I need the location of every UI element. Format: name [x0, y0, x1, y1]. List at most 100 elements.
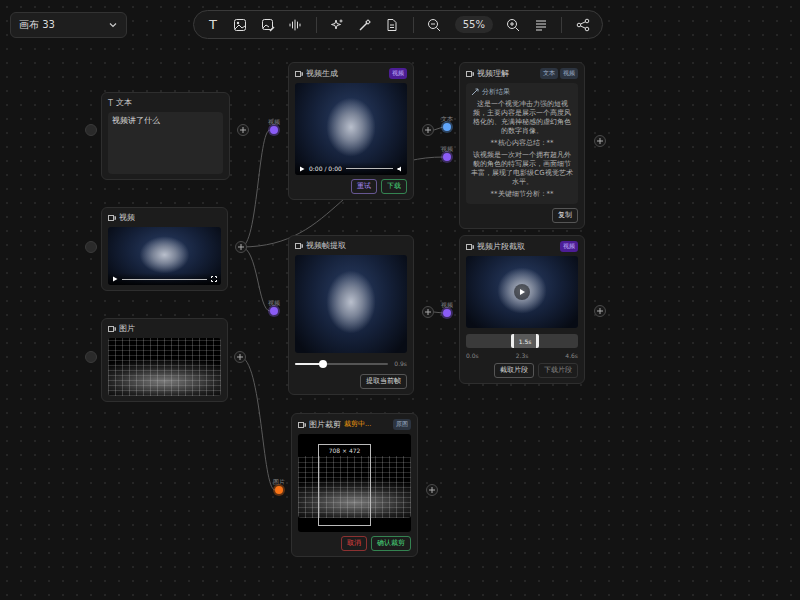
port-dot — [275, 486, 283, 494]
add-node-button[interactable] — [234, 351, 246, 363]
input-handle[interactable] — [85, 241, 97, 253]
play-icon[interactable] — [112, 276, 118, 282]
plus-icon — [428, 486, 436, 494]
node[interactable]: 视频生成视频 0:00 / 0:00 重试下载 — [288, 62, 414, 200]
plus-icon — [236, 353, 244, 361]
extract-frame-button[interactable]: 提取当前帧 — [360, 374, 407, 389]
node-header: 视频生成视频 — [295, 68, 407, 79]
toolbar-divider — [316, 17, 317, 33]
canvas[interactable]: 画布 33T55%视频视频图片文本视频视频T文本视频讲了什么视频图片视频生成视频… — [0, 0, 800, 600]
range-duration: 1.5s — [519, 338, 532, 345]
add-node-button[interactable] — [422, 306, 434, 318]
zoom-level: 55% — [455, 16, 493, 33]
result-paragraph: **关键细节分析：** — [471, 190, 573, 199]
toolbar-divider — [413, 17, 414, 33]
text-tool[interactable]: T — [206, 18, 220, 32]
node-header: 视频片段截取视频 — [466, 241, 578, 252]
result-paragraph: 这是一个视觉冲击力强的短视频，主要内容是展示一个高度风格化的、充满神秘感的虚幻角… — [471, 100, 573, 136]
port[interactable]: 视频 — [437, 301, 457, 317]
node-header: 视频理解文本视频 — [466, 68, 578, 79]
port-dot — [443, 153, 451, 161]
crop-area[interactable]: 708 × 472 — [298, 434, 411, 532]
input-handle[interactable] — [85, 124, 97, 136]
add-node-button[interactable] — [594, 135, 606, 147]
document-icon[interactable] — [385, 18, 399, 32]
action-button[interactable]: 确认裁剪 — [371, 536, 411, 551]
share-icon[interactable] — [576, 18, 590, 32]
node-header: 图片裁剪裁剪中...原图 — [298, 419, 411, 430]
port-label: 图片 — [273, 478, 285, 485]
port[interactable]: 视频 — [437, 145, 457, 161]
zoom-out-icon[interactable] — [427, 18, 441, 32]
image-edit-icon[interactable] — [261, 18, 275, 32]
video-preview[interactable] — [108, 227, 221, 285]
clip-preview[interactable] — [466, 256, 578, 328]
play-button[interactable] — [514, 284, 530, 300]
add-node-button[interactable] — [422, 124, 434, 136]
node-type-icon — [298, 421, 306, 429]
action-button[interactable]: 重试 — [351, 179, 377, 194]
input-handle[interactable] — [85, 351, 97, 363]
action-button[interactable]: 取消 — [341, 536, 367, 551]
node-badge: 视频 — [560, 68, 578, 79]
audio-wave-icon[interactable] — [288, 18, 302, 32]
node-type-icon — [108, 214, 116, 222]
node[interactable]: 图片 — [101, 318, 228, 402]
node[interactable]: 视频 — [101, 207, 228, 291]
copy-button[interactable]: 复制 — [552, 208, 578, 223]
crop-box[interactable]: 708 × 472 — [318, 444, 371, 526]
node-title: 视频理解 — [477, 69, 509, 79]
port-label: 视频 — [441, 301, 453, 308]
action-button[interactable]: 下载片段 — [538, 363, 578, 378]
action-button[interactable]: 下载 — [381, 179, 407, 194]
plus-icon — [237, 243, 245, 251]
port[interactable]: 文本 — [437, 115, 457, 131]
volume-icon[interactable] — [397, 166, 403, 172]
fullscreen-icon[interactable] — [211, 276, 217, 282]
connection-line — [434, 312, 443, 313]
add-node-button[interactable] — [237, 124, 249, 136]
port[interactable]: 视频 — [264, 118, 284, 134]
image-preview — [108, 338, 221, 396]
action-button[interactable]: 截取片段 — [494, 363, 534, 378]
frame-slider[interactable]: 0.9s — [295, 357, 407, 370]
frame-preview — [295, 255, 407, 353]
canvas-selector[interactable]: 画布 33 — [10, 12, 127, 38]
range-ticks: 0.0s2.3s4.6s — [466, 352, 578, 359]
magic-wand-icon[interactable] — [358, 18, 372, 32]
range-selection[interactable]: 1.5s — [511, 334, 539, 348]
node-badge: 视频 — [560, 241, 578, 252]
port[interactable]: 图片 — [269, 478, 289, 494]
add-node-button[interactable] — [235, 241, 247, 253]
video-progress[interactable] — [346, 168, 393, 169]
toolbar-divider — [561, 17, 562, 33]
play-icon[interactable] — [299, 166, 305, 172]
port[interactable]: 视频 — [264, 299, 284, 315]
connection-line — [240, 357, 275, 490]
prompt-input[interactable]: 视频讲了什么 — [108, 112, 223, 174]
sparkles-icon[interactable] — [330, 18, 344, 32]
add-node-button[interactable] — [594, 305, 606, 317]
node[interactable]: T文本视频讲了什么 — [101, 92, 230, 180]
clip-range[interactable]: 1.5s — [466, 334, 578, 348]
video-time: 0:00 / 0:00 — [309, 165, 342, 172]
video-player[interactable]: 0:00 / 0:00 — [295, 83, 407, 175]
node[interactable]: 图片裁剪裁剪中...原图 708 × 472 取消确认裁剪 — [291, 413, 418, 557]
port-label: 文本 — [441, 115, 453, 122]
result-paragraph: 该视频是一次对一个拥有超凡外貌的角色的特写展示，画面细节丰富，展现了电影级CG视… — [471, 151, 573, 187]
slider-track[interactable] — [295, 363, 388, 365]
toolbar: T 55% — [193, 10, 603, 39]
video-progress[interactable] — [122, 279, 207, 280]
node[interactable]: 视频理解文本视频分析结果这是一个视觉冲击力强的短视频，主要内容是展示一个高度风格… — [459, 62, 585, 229]
list-icon[interactable] — [534, 18, 548, 32]
slider-thumb[interactable] — [319, 360, 327, 368]
node[interactable]: 视频片段截取视频 1.5s 0.0s2.3s4.6s 截取片段下载片段 — [459, 235, 585, 384]
node[interactable]: 视频帧提取0.9s提取当前帧 — [288, 235, 414, 395]
button-row: 提取当前帧 — [295, 374, 407, 389]
zoom-in-icon[interactable] — [506, 18, 520, 32]
node-title: 文本 — [116, 98, 132, 108]
node-title: 视频生成 — [306, 69, 338, 79]
add-node-button[interactable] — [426, 484, 438, 496]
image-icon[interactable] — [233, 18, 247, 32]
chevron-down-icon — [108, 20, 118, 30]
